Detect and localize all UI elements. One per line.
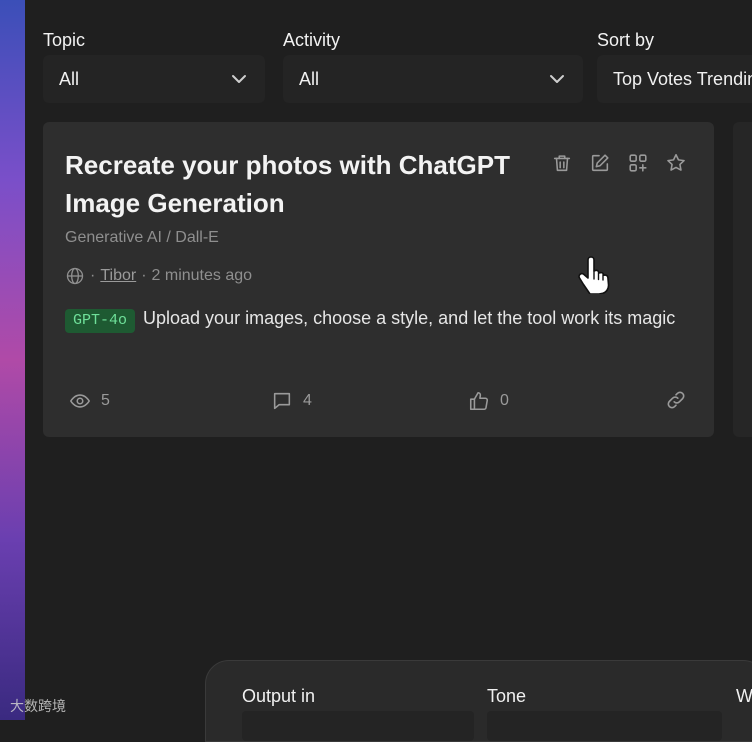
comments-stat[interactable]: 4 xyxy=(271,390,312,412)
topic-label: Topic xyxy=(43,30,86,50)
app-window: Topic All Activity All Sort by Top Votes… xyxy=(25,0,752,742)
output-in-label: Output in xyxy=(242,686,316,706)
likes-count: 0 xyxy=(500,392,509,409)
chevron-down-icon xyxy=(232,75,246,83)
description-text: Upload your images, choose a style, and … xyxy=(143,308,676,328)
tone-label: Tone xyxy=(487,686,527,706)
generator-panel: Output in Tone W xyxy=(205,660,752,742)
prompt-card[interactable]: Recreate your photos with ChatGPT Image … xyxy=(43,122,714,437)
hand-cursor-icon xyxy=(578,256,610,294)
trash-icon[interactable] xyxy=(551,152,573,174)
sort-value: Top Votes Trending xyxy=(613,68,752,89)
card-title[interactable]: Recreate your photos with ChatGPT Image … xyxy=(65,146,535,222)
next-card[interactable] xyxy=(733,122,752,437)
card-actions xyxy=(551,152,687,174)
activity-label: Activity xyxy=(283,30,341,50)
comment-icon xyxy=(273,392,291,410)
watermark: 大数跨境 xyxy=(10,698,66,714)
star-icon[interactable] xyxy=(665,152,687,174)
edit-icon[interactable] xyxy=(589,152,611,174)
meta-separator: · xyxy=(141,267,147,284)
comments-count: 4 xyxy=(303,392,312,409)
author-link[interactable]: Tibor xyxy=(100,267,136,285)
meta-separator: · xyxy=(90,267,96,284)
writing-style-label: W xyxy=(736,686,752,706)
sort-select[interactable]: Top Votes Trending xyxy=(597,55,752,103)
output-in-select[interactable] xyxy=(242,711,474,741)
globe-icon xyxy=(66,267,84,285)
activity-select[interactable]: All xyxy=(283,55,583,103)
topic-value: All xyxy=(59,68,80,89)
card-description: GPT-4o Upload your images, choose a style… xyxy=(65,305,695,333)
eye-icon xyxy=(69,394,91,408)
thumbs-up-icon xyxy=(469,391,489,411)
views-stat: 5 xyxy=(69,390,110,412)
card-meta: · Tibor · 2 minutes ago xyxy=(65,266,252,286)
desktop-wallpaper xyxy=(0,0,25,720)
likes-stat[interactable]: 0 xyxy=(468,390,509,412)
post-time: 2 minutes ago xyxy=(151,267,253,284)
views-count: 5 xyxy=(101,392,110,409)
card-category[interactable]: Generative AI / Dall-E xyxy=(65,229,219,247)
add-apps-icon[interactable] xyxy=(627,152,649,174)
sort-label: Sort by xyxy=(597,30,655,50)
topic-select[interactable]: All xyxy=(43,55,265,103)
link-icon[interactable] xyxy=(665,389,687,411)
model-tag[interactable]: GPT-4o xyxy=(65,309,136,333)
activity-value: All xyxy=(299,68,320,89)
tone-select[interactable] xyxy=(487,711,722,741)
chevron-down-icon xyxy=(550,75,564,83)
